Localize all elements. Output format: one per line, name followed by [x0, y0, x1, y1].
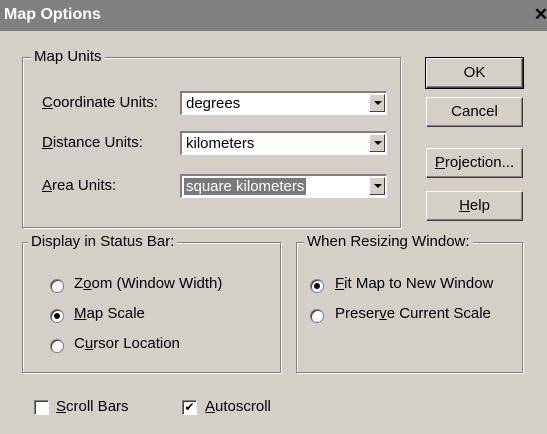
cancel-button[interactable]: Cancel: [426, 97, 523, 127]
fit-map-radio-label[interactable]: Fit Map to New Window: [335, 275, 493, 292]
zoom-radio-label[interactable]: Zoom (Window Width): [74, 275, 222, 292]
status-bar-group: Display in Status Bar: Zoom (Window Widt…: [22, 233, 282, 374]
resizing-legend: When Resizing Window:: [304, 233, 473, 250]
close-icon[interactable]: ✕: [533, 5, 547, 25]
coordinate-units-value: degrees: [186, 95, 241, 112]
distance-units-value: kilometers: [186, 135, 255, 152]
status-bar-legend: Display in Status Bar:: [28, 233, 178, 250]
distance-units-label: Distance Units:: [42, 134, 143, 151]
cursor-location-radio[interactable]: [50, 339, 64, 353]
chevron-down-icon[interactable]: [369, 94, 385, 112]
autoscroll-label[interactable]: Autoscroll: [205, 398, 271, 415]
map-scale-radio[interactable]: [50, 309, 64, 323]
area-units-label: Area Units:: [42, 177, 117, 194]
dialog-body: Map Units Coordinate Units: degrees Dist…: [0, 31, 547, 434]
help-button[interactable]: Help: [426, 191, 523, 221]
checkmark-icon: ✔: [184, 400, 195, 414]
area-units-select[interactable]: square kilometers: [180, 174, 387, 198]
title-bar: Map Options ✕: [0, 0, 547, 31]
chevron-down-icon[interactable]: [369, 177, 385, 195]
map-units-group: Map Units Coordinate Units: degrees Dist…: [22, 48, 402, 229]
map-units-legend: Map Units: [31, 48, 105, 65]
radio-selected-dot: [54, 313, 60, 319]
distance-units-select[interactable]: kilometers: [180, 131, 387, 155]
scroll-bars-label[interactable]: Scroll Bars: [56, 398, 129, 415]
cursor-location-radio-label[interactable]: Cursor Location: [74, 335, 180, 352]
chevron-down-icon[interactable]: [369, 134, 385, 152]
coordinate-units-label: Coordinate Units:: [42, 94, 158, 111]
scroll-bars-checkbox[interactable]: [34, 400, 49, 415]
window-title: Map Options: [4, 6, 101, 23]
projection-button[interactable]: Projection...: [426, 148, 523, 178]
autoscroll-checkbox[interactable]: ✔: [182, 400, 197, 415]
area-units-value: square kilometers: [184, 178, 307, 195]
radio-selected-dot: [314, 283, 320, 289]
fit-map-radio[interactable]: [310, 279, 324, 293]
coordinate-units-select[interactable]: degrees: [180, 91, 387, 115]
resizing-group: When Resizing Window: Fit Map to New Win…: [296, 233, 524, 374]
ok-button[interactable]: OK: [425, 57, 524, 89]
map-scale-radio-label[interactable]: Map Scale: [74, 305, 145, 322]
zoom-radio[interactable]: [50, 279, 64, 293]
preserve-scale-radio[interactable]: [310, 309, 324, 323]
preserve-scale-radio-label[interactable]: Preserve Current Scale: [335, 305, 491, 322]
